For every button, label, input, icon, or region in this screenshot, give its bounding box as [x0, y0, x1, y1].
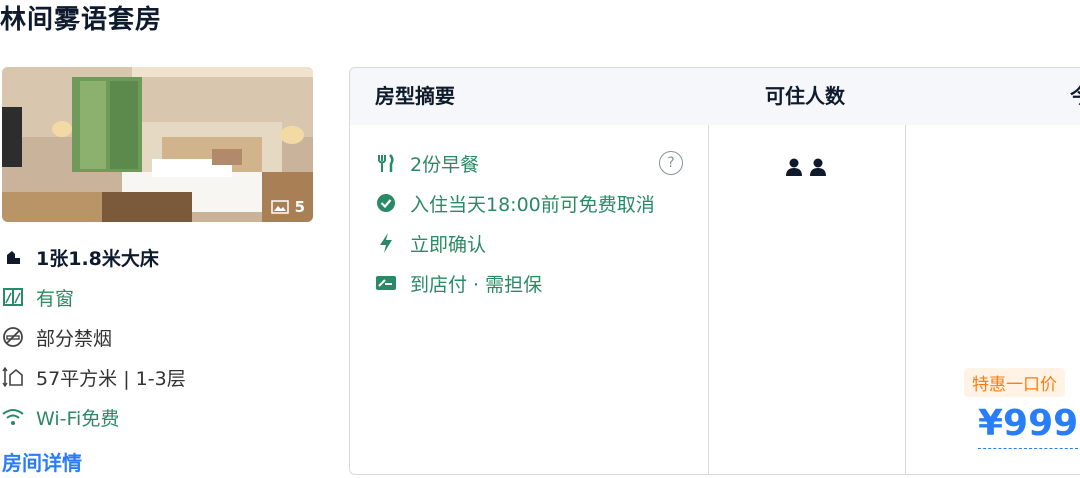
header-partial: 今 — [1070, 68, 1080, 125]
no-smoking-icon — [0, 324, 26, 350]
image-icon — [270, 200, 289, 214]
breakfast-icon — [374, 151, 398, 175]
room-facilities: 1张1.8米大床 有窗 部分禁烟 57平方米 | 1-3层 Wi-Fi免费 — [0, 237, 186, 437]
column-divider — [708, 125, 709, 474]
facility-area: 57平方米 | 1-3层 — [0, 357, 186, 397]
photo-count-badge: 5 — [270, 198, 305, 216]
room-title: 林间雾语套房 — [0, 5, 163, 35]
lightning-icon — [374, 231, 398, 255]
summary-breakfast: 2份早餐 — [374, 143, 655, 183]
help-icon[interactable]: ? — [659, 151, 683, 175]
facility-bed: 1张1.8米大床 — [0, 237, 186, 277]
person-icon — [786, 158, 802, 176]
guest-count — [785, 157, 827, 177]
deal-tag: 特惠一口价 — [964, 368, 1065, 397]
facility-wifi: Wi-Fi免费 — [0, 397, 186, 437]
window-icon — [0, 284, 26, 310]
area-icon — [0, 364, 26, 390]
room-photo-image — [2, 67, 313, 222]
facility-window: 有窗 — [0, 277, 186, 317]
pay-at-hotel-icon — [374, 271, 398, 295]
summary-confirm: 立即确认 — [374, 223, 655, 263]
column-divider — [905, 125, 906, 474]
room-photo[interactable]: 5 — [2, 67, 313, 222]
person-icon — [810, 158, 826, 176]
summary-payment: 到店付 · 需担保 — [374, 263, 655, 303]
header-guests: 可住人数 — [765, 84, 845, 108]
photo-count: 5 — [294, 198, 305, 216]
price-amount[interactable]: ¥999 — [978, 402, 1079, 449]
summary-cancellation: 入住当天18:00前可免费取消 — [374, 183, 655, 223]
bed-icon — [0, 244, 26, 270]
header-summary: 房型摘要 — [375, 84, 455, 108]
wifi-icon — [0, 404, 26, 430]
facility-smoking: 部分禁烟 — [0, 317, 186, 357]
table-header: 房型摘要 可住人数 今 — [350, 68, 1080, 125]
room-details-link[interactable]: 房间详情 — [2, 447, 82, 476]
check-circle-icon — [374, 191, 398, 215]
room-summary: 2份早餐 入住当天18:00前可免费取消 立即确认 到店付 · 需担保 — [374, 143, 655, 303]
